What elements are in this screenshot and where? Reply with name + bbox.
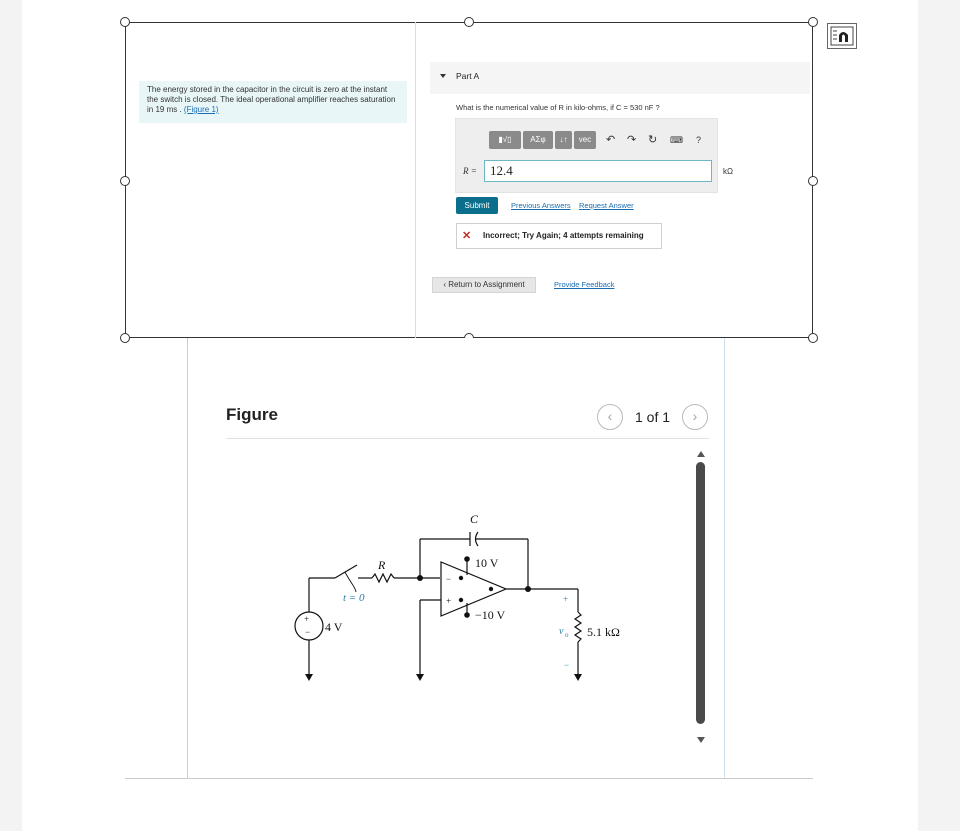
resistor-label: R <box>377 558 386 572</box>
load-resistor-label: 5.1 kΩ <box>587 625 620 639</box>
load-resistor <box>573 611 583 643</box>
output-minus: − <box>564 660 569 670</box>
ground-arrow-icon <box>305 674 313 681</box>
junction-node <box>525 586 531 592</box>
switch-time-label: t = 0 <box>343 592 365 604</box>
capacitor-label: C <box>470 512 479 526</box>
positive-rail-label: 10 V <box>475 556 499 570</box>
output-voltage-label: v <box>559 626 564 637</box>
output-voltage-subscript: o <box>565 631 569 639</box>
source-voltage-label: 4 V <box>325 620 343 634</box>
output-plus: + <box>563 594 568 604</box>
source-minus: − <box>305 627 310 637</box>
opamp-inverting-minus: − <box>446 574 451 584</box>
side-panel-toggle-icon[interactable] <box>827 23 857 49</box>
resistor-r <box>371 572 395 584</box>
source-plus: + <box>304 614 309 624</box>
junction-node <box>417 575 423 581</box>
ground-arrow-icon <box>416 674 424 681</box>
switch-blade <box>334 564 358 579</box>
page-bottom-divider <box>125 778 813 779</box>
opamp-noninverting-plus: + <box>446 596 451 606</box>
negative-rail-label: −10 V <box>475 608 506 622</box>
circuit-diagram: C R t = 0 4 V 10 V −10 V 5.1 kΩ v o + − … <box>294 512 620 681</box>
ground-arrow-icon <box>574 674 582 681</box>
